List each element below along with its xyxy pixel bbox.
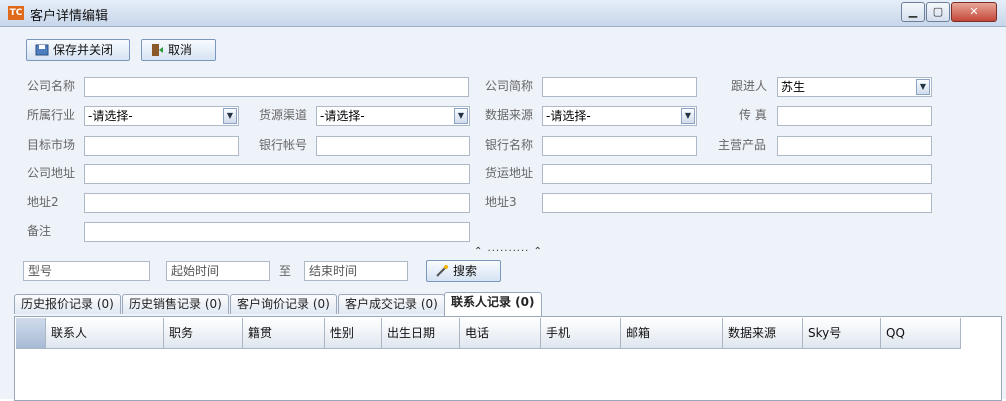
window-title: 客户详情编辑 [30,9,109,24]
supply-channel-value: -请选择- [320,109,365,123]
bank-account-label: 银行帐号 [259,138,308,152]
fax-field[interactable] [777,106,932,126]
tab-deal-records[interactable]: 客户成交记录 (0) [338,294,445,314]
contacts-grid: 联系人 职务 籍贯 性别 出生日期 电话 手机 邮箱 数据来源 Sky号 QQ [14,316,1002,401]
column-header[interactable]: Sky号 [803,318,881,349]
follower-select[interactable]: 苏生 ▼ [777,77,932,97]
bank-name-field[interactable] [542,136,697,156]
search-label: 搜索 [453,264,478,278]
exit-door-icon [150,42,164,56]
column-header[interactable]: 电话 [460,318,541,349]
remark-label: 备注 [27,224,52,238]
model-input[interactable]: 型号 [23,261,150,281]
start-time-input[interactable]: 起始时间 [166,261,270,281]
grid-header: 联系人 职务 籍贯 性别 出生日期 电话 手机 邮箱 数据来源 Sky号 QQ [16,318,961,349]
supply-channel-label: 货源渠道 [259,108,308,122]
save-close-label: 保存并关闭 [53,43,114,57]
tab-quote-history[interactable]: 历史报价记录 (0) [14,294,121,314]
main-product-label: 主营产品 [718,138,767,152]
column-header[interactable]: 邮箱 [621,318,723,349]
remark-field[interactable] [84,222,470,242]
bank-name-label: 银行名称 [485,138,534,152]
chevron-down-icon[interactable]: ▼ [681,108,695,124]
data-source-select[interactable]: -请选择- ▼ [542,106,697,126]
target-market-field[interactable] [84,136,239,156]
chevron-down-icon[interactable]: ▼ [454,108,468,124]
follower-label: 跟进人 [731,79,768,93]
tab-contact-records[interactable]: 联系人记录 (0) [444,292,542,316]
bank-account-field[interactable] [316,136,470,156]
company-name-label: 公司名称 [27,79,76,93]
search-wand-icon [435,263,449,277]
save-icon [35,42,49,56]
column-header[interactable]: 数据来源 [723,318,803,349]
industry-label: 所属行业 [27,108,76,122]
cancel-label: 取消 [168,43,193,57]
industry-select[interactable]: -请选择- ▼ [84,106,239,126]
search-button[interactable]: 搜索 [426,260,501,282]
follower-value: 苏生 [781,80,806,94]
title-bar: TC 客户详情编辑 ▁ ▢ ✕ [0,0,1006,27]
company-short-label: 公司简称 [485,79,534,93]
column-header[interactable]: 籍贯 [243,318,325,349]
app-icon: TC [8,6,24,20]
grid-corner[interactable] [16,318,46,349]
industry-value: -请选择- [88,109,133,123]
address3-label: 地址3 [485,195,517,209]
column-header[interactable]: 出生日期 [382,318,460,349]
supply-channel-select[interactable]: -请选择- ▼ [316,106,470,126]
shipping-address-field[interactable] [542,164,932,184]
column-header[interactable]: 职务 [164,318,243,349]
column-header[interactable]: 联系人 [46,318,164,349]
target-market-label: 目标市场 [27,138,76,152]
address2-label: 地址2 [27,195,59,209]
address3-field[interactable] [542,193,932,213]
chevron-down-icon[interactable]: ▼ [916,79,930,95]
company-short-field[interactable] [542,77,697,97]
collapse-handle[interactable]: ⌃ ·········· ⌃ [474,246,543,257]
main-product-field[interactable] [777,136,932,156]
maximize-button[interactable]: ▢ [926,2,950,22]
column-header[interactable]: QQ [881,318,961,349]
minimize-icon: ▁ [908,5,918,18]
company-address-label: 公司地址 [27,166,76,180]
column-header[interactable]: 手机 [541,318,621,349]
company-address-field[interactable] [84,164,470,184]
data-source-value: -请选择- [546,109,591,123]
tab-inquiry-records[interactable]: 客户询价记录 (0) [230,294,337,314]
maximize-icon: ▢ [932,5,944,18]
end-time-input[interactable]: 结束时间 [304,261,408,281]
save-close-button[interactable]: 保存并关闭 [26,39,130,61]
tab-sales-history[interactable]: 历史销售记录 (0) [122,294,229,314]
chevron-down-icon[interactable]: ▼ [223,108,237,124]
shipping-address-label: 货运地址 [485,166,534,180]
minimize-button[interactable]: ▁ [901,2,925,22]
close-icon: ✕ [969,5,979,18]
company-name-field[interactable] [84,77,469,97]
data-source-label: 数据来源 [485,108,534,122]
form-panel: 保存并关闭 取消 公司名称 公司简称 跟进人 苏生 ▼ 所属行业 -请选择- ▼… [0,27,1006,401]
column-header[interactable]: 性别 [325,318,382,349]
to-label: 至 [279,264,292,278]
close-button[interactable]: ✕ [951,2,997,22]
address2-field[interactable] [84,193,470,213]
cancel-button[interactable]: 取消 [141,39,216,61]
fax-label: 传 真 [739,108,767,122]
